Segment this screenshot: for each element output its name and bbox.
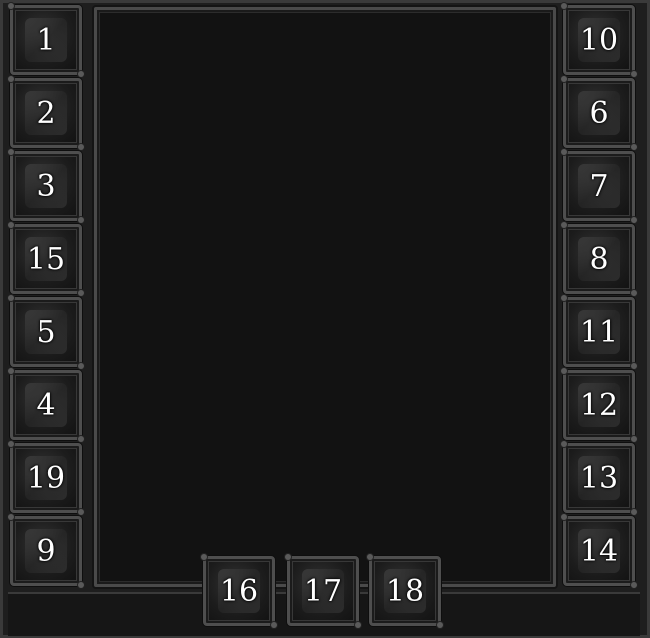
slot-number: 2 [36, 95, 56, 131]
slot-number: 15 [26, 241, 66, 277]
slot-number: 4 [36, 387, 56, 423]
slot-number: 16 [219, 573, 259, 609]
equipment-slot-right-1[interactable]: 10 [561, 3, 637, 77]
slot-number: 11 [579, 314, 619, 350]
equipment-slot-left-6[interactable]: 4 [8, 368, 84, 442]
equipment-slot-right-2[interactable]: 6 [561, 76, 637, 150]
equipment-slot-left-8[interactable]: 9 [8, 514, 84, 588]
slot-number: 7 [589, 168, 609, 204]
slot-number: 9 [36, 533, 56, 569]
slot-number: 18 [385, 573, 425, 609]
slot-number: 8 [589, 241, 609, 277]
equipment-slot-right-4[interactable]: 8 [561, 222, 637, 296]
slot-number: 6 [589, 95, 609, 131]
equipment-slot-left-1[interactable]: 1 [8, 3, 84, 77]
slot-number: 13 [579, 460, 619, 496]
slot-number: 17 [303, 573, 343, 609]
weapon-slot-main-hand[interactable]: 16 [201, 554, 277, 628]
slot-number: 5 [36, 314, 56, 350]
equipment-slot-right-8[interactable]: 14 [561, 514, 637, 588]
equipment-slot-left-2[interactable]: 2 [8, 76, 84, 150]
equipment-slot-left-3[interactable]: 3 [8, 149, 84, 223]
equipment-slot-right-5[interactable]: 11 [561, 295, 637, 369]
slot-number: 14 [579, 533, 619, 569]
equipment-slot-right-3[interactable]: 7 [561, 149, 637, 223]
character-preview-area[interactable] [94, 7, 556, 587]
equipment-slot-left-5[interactable]: 5 [8, 295, 84, 369]
weapon-slot-off-hand[interactable]: 17 [285, 554, 361, 628]
slot-number: 1 [36, 22, 56, 58]
equipment-slot-left-4[interactable]: 15 [8, 222, 84, 296]
equipment-slot-right-6[interactable]: 12 [561, 368, 637, 442]
slot-number: 12 [579, 387, 619, 423]
equipment-slot-right-7[interactable]: 13 [561, 441, 637, 515]
slot-number: 10 [579, 22, 619, 58]
equipment-slot-left-7[interactable]: 19 [8, 441, 84, 515]
slot-number: 3 [36, 168, 56, 204]
weapon-slot-ranged[interactable]: 18 [367, 554, 443, 628]
slot-number: 19 [26, 460, 66, 496]
